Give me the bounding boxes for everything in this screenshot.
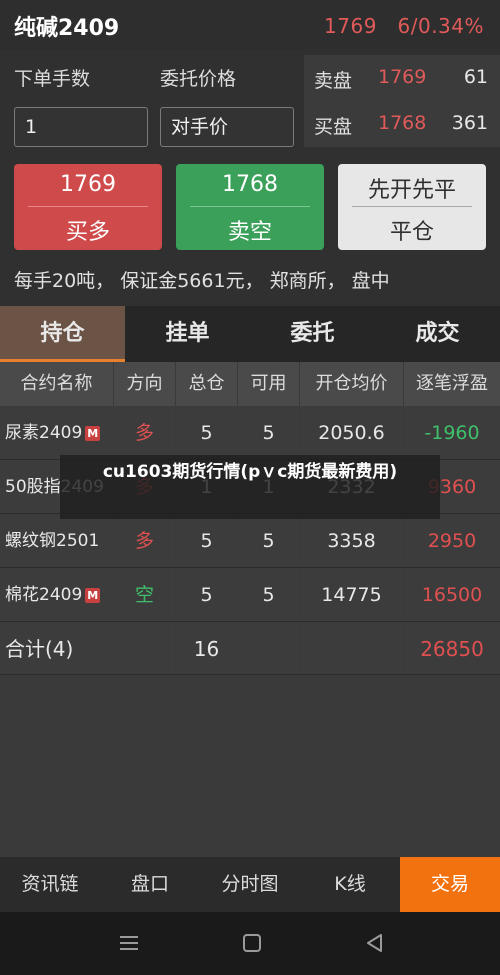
bottom-nav: 资讯链 盘口 分时图 K线 交易	[0, 857, 500, 912]
tab-orders[interactable]: 委托	[250, 306, 375, 362]
divider	[352, 206, 472, 207]
col-contract: 合约名称	[0, 362, 114, 406]
direction: 空	[114, 568, 176, 621]
bid-row[interactable]: 买盘 1768 361	[314, 104, 488, 144]
table-row[interactable]: 棉花2409 M 空 5 5 14775 16500	[0, 568, 500, 622]
home-icon[interactable]	[240, 932, 264, 954]
pnl: 2950	[427, 530, 477, 552]
nav-kline[interactable]: K线	[300, 857, 400, 912]
available: 5	[238, 406, 300, 459]
pnl: 16500	[421, 584, 483, 606]
col-available: 可用	[238, 362, 300, 406]
nav-news[interactable]: 资讯链	[0, 857, 100, 912]
available: 5	[238, 568, 300, 621]
col-total: 总仓	[176, 362, 238, 406]
tab-pending[interactable]: 挂单	[125, 306, 250, 362]
total: 5	[176, 406, 238, 459]
total: 5	[176, 568, 238, 621]
price-input[interactable]: 对手价	[160, 107, 294, 147]
empty-area	[0, 675, 500, 857]
contract-name: 螺纹钢2501	[0, 514, 114, 567]
tab-trades[interactable]: 成交	[375, 306, 500, 362]
margin-badge-icon: M	[85, 426, 101, 441]
contract-name-text: 尿素2409	[5, 423, 83, 443]
total: 5	[176, 514, 238, 567]
position-tabs: 持仓 挂单 委托 成交	[0, 306, 500, 362]
available: 5	[238, 514, 300, 567]
tab-positions[interactable]: 持仓	[0, 306, 125, 362]
avg-price: 14775	[300, 568, 404, 621]
avg-price: 3358	[300, 514, 404, 567]
summary-label: 合计(4)	[0, 622, 176, 674]
divider	[28, 206, 148, 207]
avg-price: 2050.6	[300, 406, 404, 459]
system-nav-bar	[0, 912, 500, 975]
back-icon[interactable]	[363, 932, 387, 954]
order-book: 卖盘 1769 61 买盘 1768 361	[304, 55, 500, 147]
margin-badge-icon: M	[85, 588, 101, 603]
nav-orderbook[interactable]: 盘口	[100, 857, 200, 912]
summary-avg	[300, 622, 404, 674]
buy-long-button[interactable]: 1769 买多	[14, 164, 162, 250]
pnl: -1960	[424, 422, 480, 444]
table-summary-row: 合计(4) 16 26850	[0, 622, 500, 675]
table-row[interactable]: 螺纹钢2501 多 5 5 3358 2950	[0, 514, 500, 568]
price-label: 委托价格	[160, 68, 237, 90]
summary-available	[238, 622, 300, 674]
close-mode: 先开先平	[367, 178, 456, 203]
close-label: 平仓	[389, 220, 434, 245]
divider	[190, 206, 310, 207]
sell-label: 卖空	[227, 220, 272, 245]
col-pnl: 逐笔浮盈	[416, 373, 488, 394]
summary-total: 16	[176, 622, 238, 674]
overlay-caption: cu1603期货行情(pｖc期货最新费用)	[60, 455, 440, 519]
buy-label: 买多	[65, 220, 110, 245]
summary-pnl: 26850	[420, 637, 484, 661]
table-row[interactable]: 尿素2409 M 多 5 5 2050.6 -1960	[0, 406, 500, 460]
col-avg-price: 开仓均价	[300, 362, 404, 406]
contract-info: 每手20吨， 保证金5661元， 郑商所， 盘中	[14, 270, 390, 292]
col-direction: 方向	[114, 362, 176, 406]
bid-label: 买盘	[314, 116, 353, 138]
contract-name: 棉花2409 M	[0, 568, 114, 621]
close-position-button[interactable]: 先开先平 平仓	[338, 164, 486, 250]
bid-price: 1768	[378, 112, 427, 134]
positions-table-header: 合约名称 方向 总仓 可用 开仓均价 逐笔浮盈	[0, 362, 500, 406]
app-header: 纯碱2409 1769 6/0.34%	[0, 0, 500, 50]
nav-timeshare[interactable]: 分时图	[200, 857, 300, 912]
direction: 多	[114, 406, 176, 459]
last-price-change: 1769 6/0.34%	[324, 14, 484, 38]
qty-input[interactable]: 1	[14, 107, 148, 147]
contract-title: 纯碱2409	[14, 16, 120, 41]
direction: 多	[114, 514, 176, 567]
buy-price: 1769	[60, 172, 116, 197]
contract-name: 尿素2409 M	[0, 406, 114, 459]
ask-row[interactable]: 卖盘 1769 61	[314, 58, 488, 98]
ask-label: 卖盘	[314, 70, 353, 92]
bid-qty: 361	[451, 112, 488, 134]
qty-label: 下单手数	[14, 68, 91, 90]
ask-price: 1769	[378, 66, 427, 88]
ask-qty: 61	[463, 66, 488, 88]
sell-price: 1768	[222, 172, 278, 197]
nav-trade[interactable]: 交易	[400, 857, 500, 912]
contract-name-text: 棉花2409	[5, 585, 83, 605]
menu-icon[interactable]	[117, 932, 141, 954]
sell-short-button[interactable]: 1768 卖空	[176, 164, 324, 250]
